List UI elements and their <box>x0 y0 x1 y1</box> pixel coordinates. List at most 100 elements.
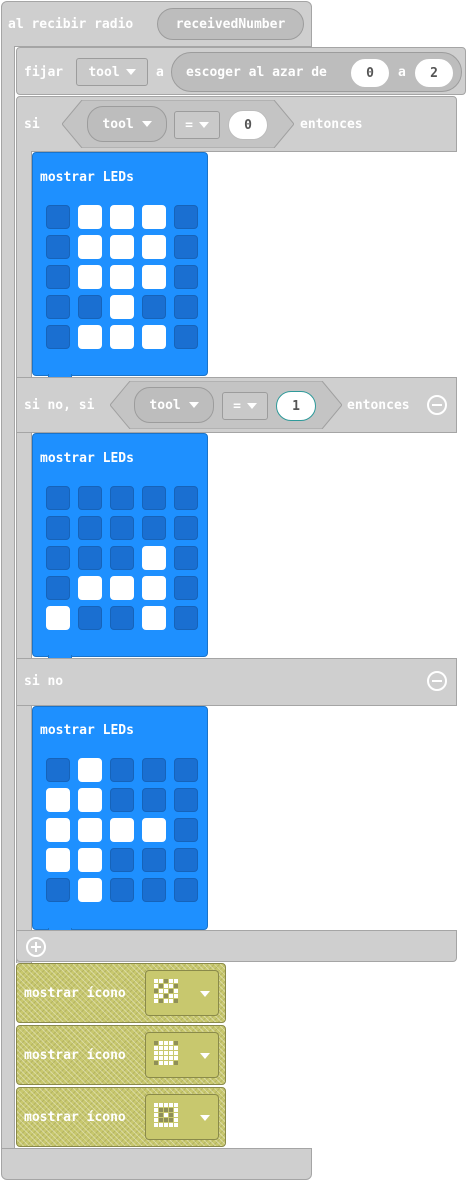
led-r4-c2[interactable] <box>110 325 134 349</box>
icon-preview <box>154 1103 182 1131</box>
led-r1-c1[interactable] <box>78 516 102 540</box>
led-r1-c4[interactable] <box>174 235 198 259</box>
led-r3-c3[interactable] <box>142 295 166 319</box>
led-r0-c4[interactable] <box>174 758 198 782</box>
led-r3-c1[interactable] <box>78 295 102 319</box>
led-grid[interactable] <box>46 205 202 353</box>
led-r1-c1[interactable] <box>78 235 102 259</box>
led-r1-c2[interactable] <box>110 788 134 812</box>
led-r2-c1[interactable] <box>78 546 102 570</box>
led-r3-c0[interactable] <box>46 576 70 600</box>
led-r3-c4[interactable] <box>174 848 198 872</box>
random-to-input[interactable]: 2 <box>414 58 454 88</box>
led-r0-c1[interactable] <box>78 758 102 782</box>
led-r3-c1[interactable] <box>78 576 102 600</box>
led-r4-c3[interactable] <box>142 606 166 630</box>
led-grid[interactable] <box>46 486 202 634</box>
remove-elseif-icon[interactable] <box>427 395 447 415</box>
led-r2-c0[interactable] <box>46 546 70 570</box>
led-r3-c3[interactable] <box>142 848 166 872</box>
led-r2-c3[interactable] <box>142 546 166 570</box>
led-r4-c0[interactable] <box>46 878 70 902</box>
led-grid[interactable] <box>46 758 202 906</box>
led-r3-c2[interactable] <box>110 848 134 872</box>
condition-variable-tool[interactable]: tool <box>87 106 167 142</box>
led-r4-c2[interactable] <box>110 878 134 902</box>
icon-dropdown[interactable] <box>145 970 219 1016</box>
elseif-operator-dropdown[interactable]: = <box>222 392 268 420</box>
led-r1-c3[interactable] <box>142 235 166 259</box>
led-r3-c2[interactable] <box>110 295 134 319</box>
led-r0-c0[interactable] <box>46 758 70 782</box>
led-r0-c2[interactable] <box>110 758 134 782</box>
operator-dropdown[interactable]: = <box>174 111 220 139</box>
remove-else-icon[interactable] <box>427 671 447 691</box>
led-r1-c0[interactable] <box>46 788 70 812</box>
led-r1-c2[interactable] <box>110 516 134 540</box>
led-r4-c3[interactable] <box>142 878 166 902</box>
led-r1-c2[interactable] <box>110 235 134 259</box>
led-r2-c2[interactable] <box>110 818 134 842</box>
led-r0-c0[interactable] <box>46 205 70 229</box>
set-variable-dropdown[interactable]: tool <box>76 58 148 86</box>
led-r4-c0[interactable] <box>46 606 70 630</box>
led-r1-c3[interactable] <box>142 788 166 812</box>
icon-dropdown[interactable] <box>145 1094 219 1140</box>
elseif-value-input[interactable]: 1 <box>276 391 316 421</box>
led-r0-c4[interactable] <box>174 486 198 510</box>
led-r2-c0[interactable] <box>46 265 70 289</box>
led-r2-c3[interactable] <box>142 818 166 842</box>
else-if-label: si no, si <box>24 398 95 413</box>
led-r4-c2[interactable] <box>110 606 134 630</box>
led-r2-c4[interactable] <box>174 546 198 570</box>
led-r2-c4[interactable] <box>174 818 198 842</box>
icon-pixel <box>169 1123 173 1127</box>
led-r0-c1[interactable] <box>78 205 102 229</box>
led-r2-c0[interactable] <box>46 818 70 842</box>
received-number-parameter[interactable]: receivedNumber <box>157 8 304 40</box>
led-r3-c1[interactable] <box>78 848 102 872</box>
random-from-input[interactable]: 0 <box>350 58 390 88</box>
icon-dropdown[interactable] <box>145 1032 219 1078</box>
led-r3-c3[interactable] <box>142 576 166 600</box>
led-r4-c0[interactable] <box>46 325 70 349</box>
led-r3-c0[interactable] <box>46 295 70 319</box>
led-r4-c4[interactable] <box>174 878 198 902</box>
led-r4-c1[interactable] <box>78 606 102 630</box>
led-r0-c2[interactable] <box>110 486 134 510</box>
led-r0-c0[interactable] <box>46 486 70 510</box>
led-r0-c3[interactable] <box>142 486 166 510</box>
led-r0-c4[interactable] <box>174 205 198 229</box>
led-r3-c0[interactable] <box>46 848 70 872</box>
led-r3-c2[interactable] <box>110 576 134 600</box>
led-r3-c4[interactable] <box>174 576 198 600</box>
led-r4-c4[interactable] <box>174 325 198 349</box>
led-r2-c4[interactable] <box>174 265 198 289</box>
led-r1-c1[interactable] <box>78 788 102 812</box>
led-r0-c1[interactable] <box>78 486 102 510</box>
led-r2-c2[interactable] <box>110 265 134 289</box>
elseif-variable-tool[interactable]: tool <box>134 387 214 423</box>
led-r1-c0[interactable] <box>46 516 70 540</box>
led-r0-c3[interactable] <box>142 758 166 782</box>
led-r1-c0[interactable] <box>46 235 70 259</box>
led-r1-c4[interactable] <box>174 788 198 812</box>
condition-value-input[interactable]: 0 <box>228 110 268 140</box>
led-r2-c2[interactable] <box>110 546 134 570</box>
led-r1-c4[interactable] <box>174 516 198 540</box>
led-r2-c1[interactable] <box>78 265 102 289</box>
led-r2-c3[interactable] <box>142 265 166 289</box>
led-r4-c1[interactable] <box>78 325 102 349</box>
led-r4-c1[interactable] <box>78 878 102 902</box>
led-r4-c3[interactable] <box>142 325 166 349</box>
icon-pixel <box>164 994 168 998</box>
led-r0-c3[interactable] <box>142 205 166 229</box>
led-r4-c4[interactable] <box>174 606 198 630</box>
else-row[interactable] <box>16 658 457 706</box>
led-r2-c1[interactable] <box>78 818 102 842</box>
icon-pixel <box>159 1108 163 1112</box>
led-r3-c4[interactable] <box>174 295 198 319</box>
add-else-if-icon[interactable] <box>26 937 46 957</box>
led-r1-c3[interactable] <box>142 516 166 540</box>
led-r0-c2[interactable] <box>110 205 134 229</box>
